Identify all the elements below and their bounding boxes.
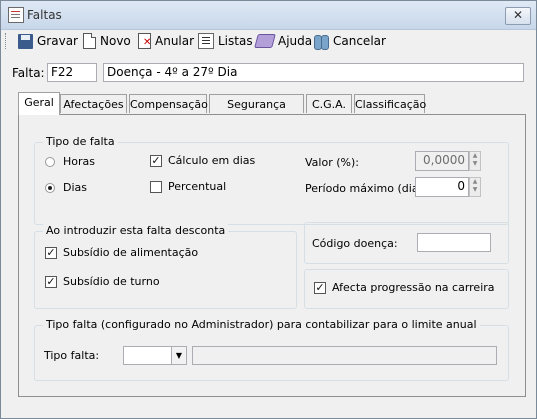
radio-horas-label: Horas	[63, 155, 95, 168]
radio-dias-button[interactable]	[45, 182, 55, 193]
new-document-icon	[83, 33, 96, 49]
afecta-progressao-label: Afecta progressão na carreira	[332, 281, 495, 294]
tab-afectacoes[interactable]: Afectações	[60, 94, 127, 113]
percentual-check[interactable]	[150, 180, 162, 193]
falta-code-input[interactable]: F22	[47, 63, 97, 82]
tab-cga[interactable]: C.G.A.	[306, 94, 352, 113]
subsidio-alimentacao-label: Subsídio de alimentação	[63, 246, 199, 259]
radio-dias-label: Dias	[63, 181, 87, 194]
valor-input[interactable]: 0,0000	[415, 151, 469, 171]
valor-spinner[interactable]: ▲ ▼	[469, 151, 481, 171]
save-icon	[18, 33, 33, 49]
tab-panel-geral: Tipo de falta Horas Dias ✓ Cálculo em di…	[18, 114, 526, 397]
close-button[interactable]: ✕	[505, 7, 531, 25]
radio-dias[interactable]: Dias	[45, 181, 87, 194]
desconta-group: Ao introduzir esta falta desconta ✓ Subs…	[34, 224, 297, 309]
percentual-checkbox[interactable]: Percentual	[150, 180, 226, 193]
lists-label: Listas	[218, 34, 253, 48]
help-label: Ajuda	[278, 34, 313, 48]
percentual-label: Percentual	[168, 180, 227, 193]
help-book-icon	[254, 34, 276, 48]
tab-seguranca-social[interactable]: Segurança Social	[209, 94, 304, 130]
subsidio-turno-check[interactable]: ✓	[45, 275, 57, 288]
tab-compensacao[interactable]: Compensação	[129, 94, 208, 113]
radio-horas-button[interactable]	[45, 156, 55, 167]
periodo-maximo-input[interactable]: 0	[415, 177, 469, 197]
title-bar: Faltas ✕	[1, 1, 536, 30]
limite-anual-legend: Tipo falta (configurado no Administrador…	[43, 318, 480, 331]
tab-classificacao[interactable]: Classificação	[354, 94, 426, 113]
subsidio-alimentacao-checkbox[interactable]: ✓ Subsídio de alimentação	[45, 246, 198, 259]
void-document-icon	[138, 33, 151, 49]
window-title: Faltas	[27, 8, 62, 22]
subsidio-alimentacao-check[interactable]: ✓	[45, 246, 57, 259]
periodo-maximo-label: Período máximo (dias):	[305, 182, 433, 195]
new-label: Novo	[100, 34, 131, 48]
save-button[interactable]: Gravar	[18, 32, 78, 50]
new-button[interactable]: Novo	[83, 32, 131, 50]
app-icon	[8, 7, 24, 23]
afecta-progressao-check[interactable]: ✓	[314, 281, 326, 294]
chevron-down-icon[interactable]: ▼	[171, 347, 186, 364]
periodo-maximo-spinner[interactable]: ▲ ▼	[469, 177, 481, 197]
calculo-dias-label: Cálculo em dias	[168, 154, 256, 167]
afecta-progressao-group: ✓ Afecta progressão na carreira	[304, 269, 509, 309]
codigo-doenca-input[interactable]	[417, 233, 491, 252]
help-button[interactable]: Ajuda	[254, 32, 313, 50]
tipo-falta-select-label: Tipo falta:	[44, 349, 100, 362]
faltas-window: Faltas ✕ Gravar Novo Anular Listas Ajuda…	[0, 0, 537, 419]
calculo-dias-check[interactable]: ✓	[150, 154, 162, 167]
valor-label: Valor (%):	[305, 156, 359, 169]
desconta-legend: Ao introduzir esta falta desconta	[43, 224, 229, 237]
spin-up-icon[interactable]: ▲	[470, 152, 480, 160]
radio-horas[interactable]: Horas	[45, 155, 95, 168]
void-label: Anular	[155, 34, 195, 48]
tipo-falta-legend: Tipo de falta	[43, 135, 118, 148]
tipo-falta-select[interactable]: ▼	[123, 346, 187, 365]
falta-label: Falta:	[12, 66, 45, 80]
list-icon	[198, 33, 214, 49]
spin-down-icon[interactable]: ▼	[470, 160, 480, 168]
afecta-progressao-checkbox[interactable]: ✓ Afecta progressão na carreira	[314, 281, 495, 294]
spin-down-icon[interactable]: ▼	[470, 186, 480, 194]
subsidio-turno-label: Subsídio de turno	[63, 275, 160, 288]
tab-geral[interactable]: Geral	[18, 92, 60, 115]
tipo-falta-description	[192, 346, 497, 365]
toolbar-grip[interactable]	[5, 33, 8, 49]
spin-up-icon[interactable]: ▲	[470, 178, 480, 186]
save-label: Gravar	[37, 34, 78, 48]
lists-button[interactable]: Listas	[198, 32, 253, 50]
limite-anual-group: Tipo falta (configurado no Administrador…	[34, 318, 509, 381]
subsidio-turno-checkbox[interactable]: ✓ Subsídio de turno	[45, 275, 160, 288]
codigo-doenca-group: Código doença:	[304, 222, 509, 264]
cancel-button[interactable]: Cancelar	[313, 32, 386, 50]
falta-description-input[interactable]: Doença - 4º a 27º Dia	[103, 63, 524, 82]
toolbar: Gravar Novo Anular Listas Ajuda Cancelar	[1, 30, 536, 52]
cancel-label: Cancelar	[333, 34, 386, 48]
void-button[interactable]: Anular	[138, 32, 194, 50]
cancel-icon	[313, 34, 329, 50]
tipo-falta-group: Tipo de falta Horas Dias ✓ Cálculo em di…	[34, 135, 509, 225]
calculo-dias-checkbox[interactable]: ✓ Cálculo em dias	[150, 154, 255, 167]
codigo-doenca-label: Código doença:	[312, 237, 398, 250]
